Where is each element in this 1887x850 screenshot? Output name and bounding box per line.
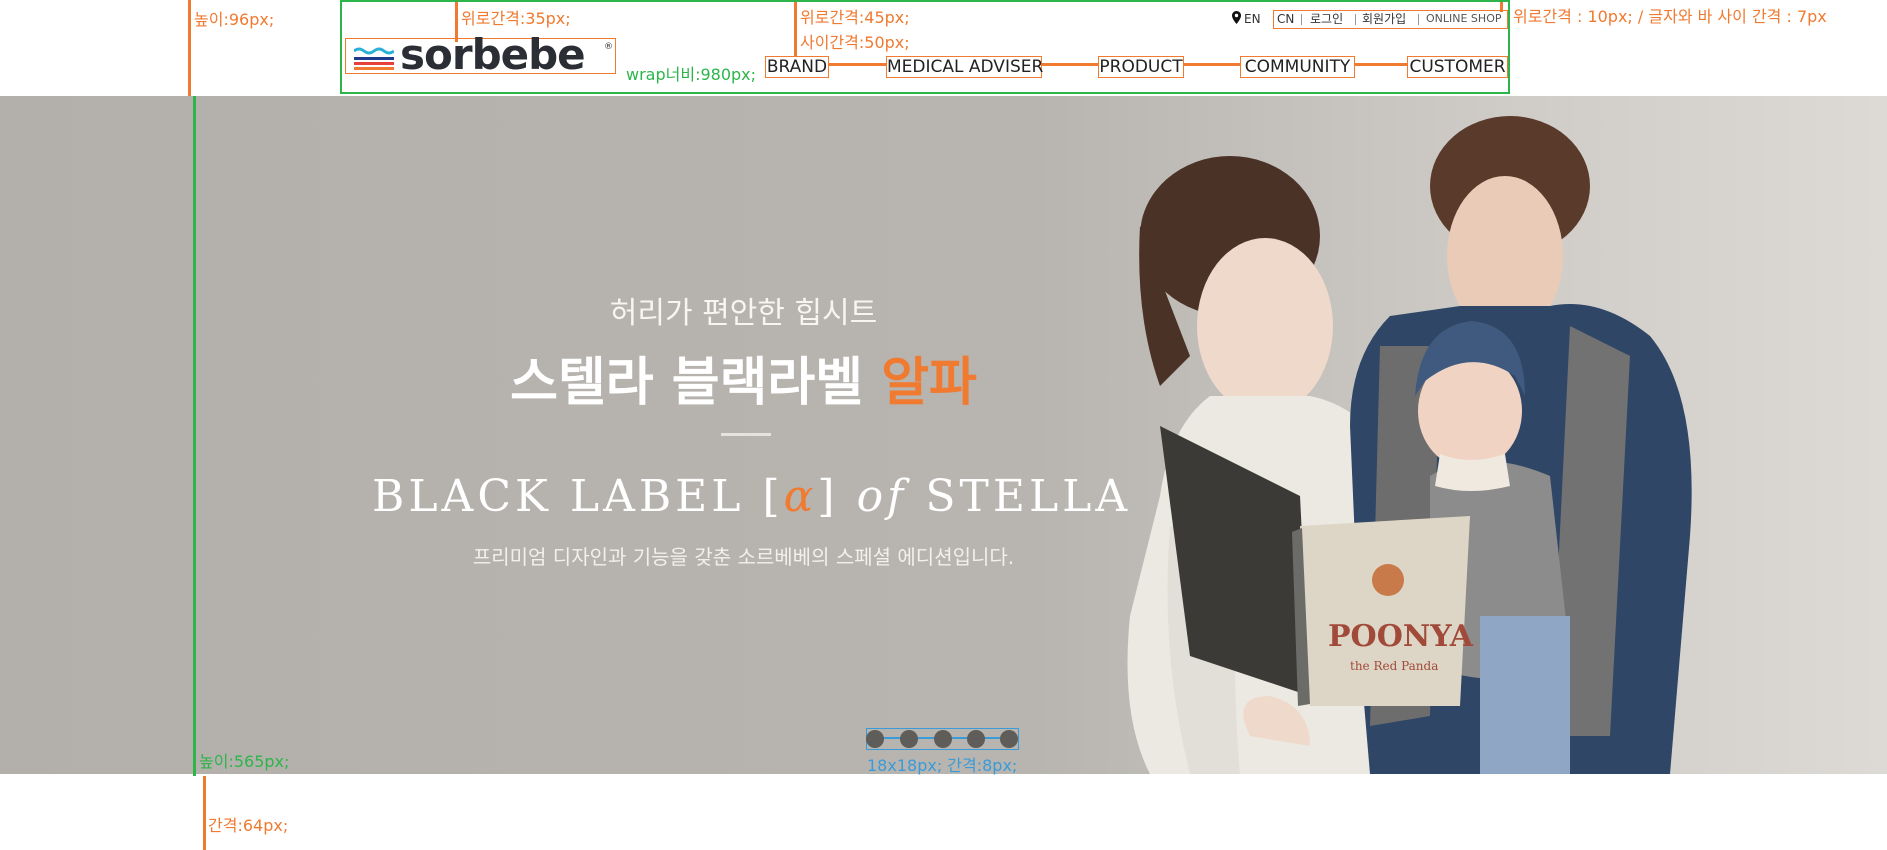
hero-divider bbox=[721, 433, 771, 436]
header-height-guide bbox=[188, 0, 191, 96]
util-divider bbox=[1301, 14, 1302, 25]
logo-waves-icon bbox=[354, 47, 394, 70]
hero-subtitle: 허리가 편안한 힙시트 bbox=[609, 296, 878, 331]
slider-dot[interactable] bbox=[866, 730, 884, 748]
hero-title-main: 스텔라 블랙라벨 bbox=[510, 353, 864, 413]
util-divider bbox=[1355, 14, 1356, 25]
hero-en-black-label: BLACK LABEL [ bbox=[372, 471, 784, 522]
util-spacing-label: 위로간격 : 10px; / 글자와 바 사이 간격 : 7px bbox=[1513, 7, 1827, 26]
menu-gap-connector bbox=[829, 63, 887, 66]
lang-cn-link[interactable]: CN bbox=[1277, 10, 1294, 28]
nav-medical-adviser[interactable]: MEDICAL ADVISER bbox=[886, 56, 1043, 78]
menu-gap-connector bbox=[1042, 63, 1099, 66]
dots-size-label: 18x18px; 간격:8px; bbox=[867, 756, 1018, 775]
book-subtitle: the Red Panda bbox=[1350, 659, 1438, 673]
hero-family-image: POONYA the Red Panda bbox=[1127, 116, 1692, 774]
hero-banner: POONYA the Red Panda 허리가 편안한 힙시트 스텔라 블랙라… bbox=[0, 96, 1887, 774]
util-divider bbox=[1418, 14, 1419, 25]
logo-wordmark[interactable]: sorbebe bbox=[400, 30, 586, 79]
bottom-gap-label: 간격:64px; bbox=[208, 816, 289, 835]
slider-dot[interactable] bbox=[967, 730, 985, 748]
slider-dot[interactable] bbox=[1000, 730, 1018, 748]
hero-en-stella: STELLA bbox=[925, 471, 1132, 522]
nav-community[interactable]: COMMUNITY bbox=[1240, 56, 1355, 78]
hero-height-label: 높이:565px; bbox=[199, 752, 290, 771]
header-height-label: 높이:96px; bbox=[194, 10, 275, 29]
online-shop-link[interactable]: ONLINE SHOP bbox=[1426, 10, 1501, 28]
slider-dot[interactable] bbox=[934, 730, 952, 748]
nav-customer[interactable]: CUSTOMER bbox=[1407, 56, 1508, 78]
nav-product[interactable]: PRODUCT bbox=[1098, 56, 1184, 78]
book-title: POONYA bbox=[1328, 619, 1474, 654]
slider-dot[interactable] bbox=[900, 730, 918, 748]
hero-en-bracket: ] bbox=[817, 471, 839, 522]
location-pin-icon bbox=[1232, 11, 1241, 24]
hero-title: 스텔라 블랙라벨 알파 bbox=[0, 340, 1487, 415]
menu-gap-connector bbox=[1184, 63, 1241, 66]
menu-gap-connector bbox=[1355, 63, 1408, 66]
hero-height-guide bbox=[193, 96, 196, 776]
hero-en-alpha: α bbox=[783, 471, 818, 522]
nav-brand[interactable]: BRAND bbox=[765, 56, 829, 78]
login-link[interactable]: 로그인 bbox=[1310, 10, 1343, 28]
registered-mark: ® bbox=[604, 42, 613, 52]
hero-description: 프리미엄 디자인과 기능을 갖춘 소르베베의 스페셜 에디션입니다. bbox=[472, 545, 1015, 569]
signup-link[interactable]: 회원가입 bbox=[1362, 10, 1406, 28]
hero-english-title: BLACK LABEL [α] of STELLA bbox=[372, 471, 1131, 522]
hero-title-accent: 알파 bbox=[881, 353, 977, 413]
lang-en-link[interactable]: EN bbox=[1244, 10, 1261, 28]
bottom-gap-guide bbox=[203, 776, 206, 850]
hero-en-of: of bbox=[856, 471, 908, 522]
